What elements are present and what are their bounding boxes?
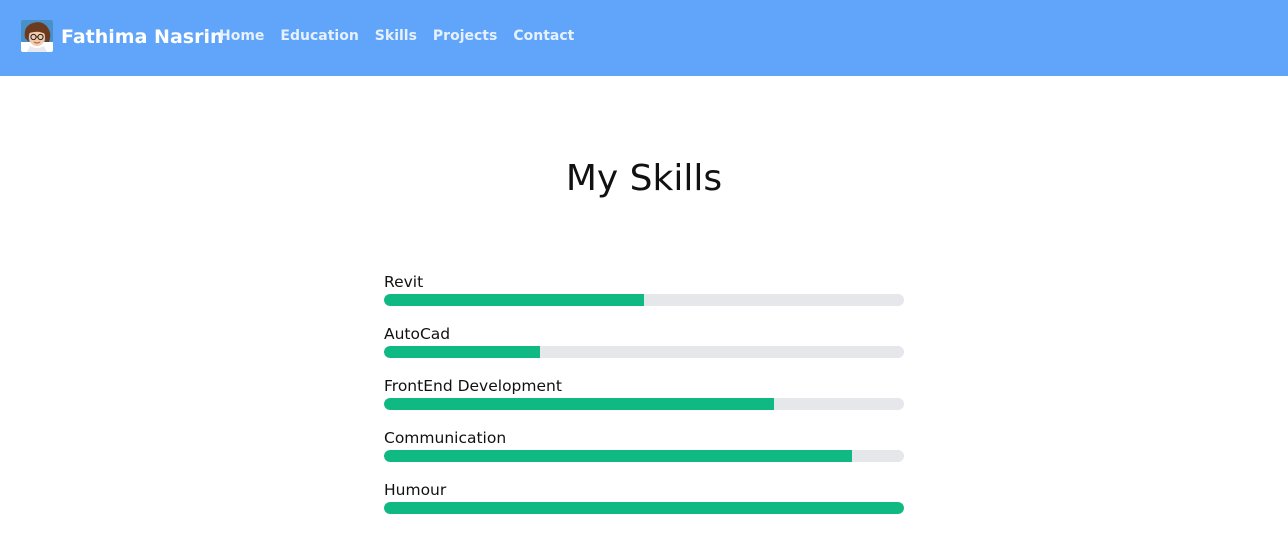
navbar: Fathima Nasrin Home Education Skills Pro… — [0, 0, 1288, 76]
nav-skills-link[interactable]: Skills — [375, 27, 417, 45]
skill-progress-track — [384, 346, 904, 358]
skill-progress-track — [384, 294, 904, 306]
nav-education-link[interactable]: Education — [280, 27, 358, 45]
skill-progress-fill — [384, 294, 644, 306]
skills-list: Revit AutoCad FrontEnd Development Commu… — [384, 272, 904, 532]
skill-label: Communication — [384, 429, 507, 447]
page-title: My Skills — [565, 158, 723, 199]
brand-name[interactable]: Fathima Nasrin — [61, 25, 223, 49]
skill-label: FrontEnd Development — [384, 377, 562, 395]
skill-item-frontend-development: FrontEnd Development — [384, 376, 904, 428]
skill-progress-fill — [384, 346, 540, 358]
skill-label: Humour — [384, 481, 447, 499]
skill-item-autocad: AutoCad — [384, 324, 904, 376]
avatar[interactable] — [21, 20, 53, 52]
skill-progress-track — [384, 502, 904, 514]
skill-item-revit: Revit — [384, 272, 904, 324]
avatar-illustration-icon — [21, 20, 53, 52]
skill-label: Revit — [384, 273, 424, 291]
skill-progress-track — [384, 450, 904, 462]
skill-progress-fill — [384, 502, 904, 514]
nav-links: Home Education Skills Projects Contact — [219, 27, 574, 45]
skill-item-humour: Humour — [384, 480, 904, 532]
skill-label: AutoCad — [384, 325, 451, 343]
skill-item-communication: Communication — [384, 428, 904, 480]
nav-contact-link[interactable]: Contact — [513, 27, 574, 45]
skill-progress-track — [384, 398, 904, 410]
skill-progress-fill — [384, 398, 774, 410]
nav-home-link[interactable]: Home — [219, 27, 264, 45]
nav-projects-link[interactable]: Projects — [433, 27, 497, 45]
skill-progress-fill — [384, 450, 852, 462]
